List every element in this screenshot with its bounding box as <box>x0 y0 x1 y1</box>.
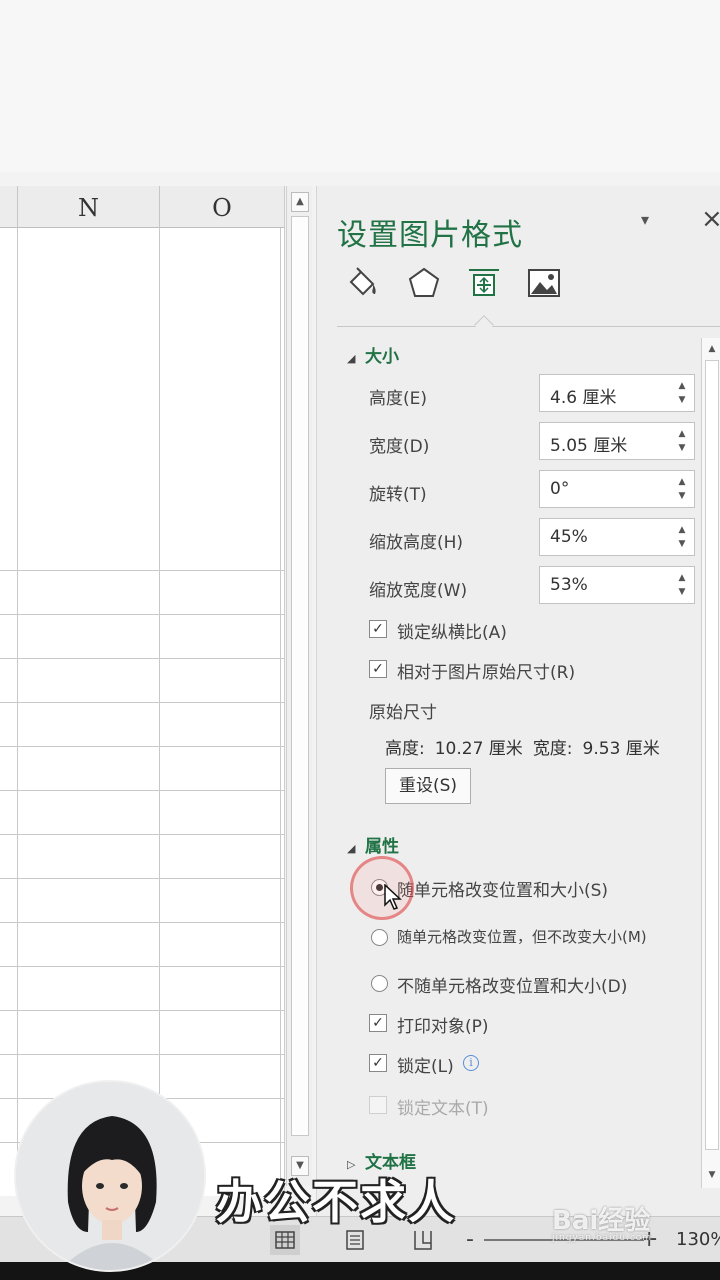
scale-width-value[interactable]: 53% <box>550 575 588 595</box>
grid-line <box>0 966 284 967</box>
collapse-triangle-icon: ◢ <box>347 842 356 855</box>
reset-button[interactable]: 重设(S) <box>385 768 471 804</box>
zoom-level[interactable]: 130% <box>676 1229 720 1250</box>
grid-line <box>0 922 284 923</box>
scale-height-input[interactable]: 45% ▲ ▼ <box>539 518 695 556</box>
column-header-n[interactable]: N <box>18 186 160 228</box>
spin-arrows-icon[interactable]: ▲ ▼ <box>676 571 688 599</box>
baidu-jingyan-watermark: Bai经验 jingyan.baidu.com <box>552 1200 652 1243</box>
grid-line <box>0 1010 284 1011</box>
radio-move-and-size-label: 随单元格改变位置和大小(S) <box>397 881 609 901</box>
grid-line <box>17 228 18 1196</box>
picture-icon[interactable] <box>525 264 563 302</box>
format-picture-pane: 设置图片格式 ▾ × ◢ 大小 高度(E) 4.6 厘米 ▲ ▼ 宽度(D) 5.0… <box>316 186 720 1216</box>
info-icon[interactable]: i <box>463 1055 479 1071</box>
spin-arrows-icon[interactable]: ▲ ▼ <box>676 475 688 503</box>
watermark-text: Bai经验 <box>552 1206 651 1236</box>
pane-vertical-scrollbar[interactable]: ▲ ▼ <box>701 338 720 1188</box>
grid-line <box>159 228 160 1196</box>
original-width-label: 宽度: <box>532 739 573 759</box>
lock-aspect-label: 锁定纵横比(A) <box>397 623 507 643</box>
paint-bucket-icon[interactable] <box>343 264 381 302</box>
scale-height-label: 缩放高度(H) <box>369 533 464 553</box>
grid-line <box>0 570 284 571</box>
height-input[interactable]: 4.6 厘米 ▲ ▼ <box>539 374 695 412</box>
checkmark-icon[interactable]: ✓ <box>369 1054 387 1072</box>
spin-arrows-icon[interactable]: ▲ ▼ <box>676 523 688 551</box>
height-value[interactable]: 4.6 厘米 <box>550 383 616 408</box>
radio-unselected-icon[interactable] <box>371 975 388 992</box>
height-label: 高度(E) <box>369 389 428 409</box>
scale-height-value[interactable]: 45% <box>550 527 588 547</box>
width-input[interactable]: 5.05 厘米 ▲ ▼ <box>539 422 695 460</box>
click-highlight <box>350 856 414 920</box>
section-size-title: 大小 <box>365 347 399 367</box>
grid-line <box>0 702 284 703</box>
sheet-vertical-scrollbar[interactable]: ▲ ▼ <box>286 186 312 1186</box>
active-tab-indicator <box>474 315 494 335</box>
scale-width-label: 缩放宽度(W) <box>369 581 468 601</box>
checkmark-icon[interactable]: ✓ <box>369 1014 387 1032</box>
checkmark-icon[interactable]: ✓ <box>369 660 387 678</box>
grid-line <box>0 790 284 791</box>
scroll-up-arrow-icon[interactable]: ▲ <box>291 192 309 212</box>
section-size-header[interactable]: ◢ 大小 <box>347 342 399 367</box>
scroll-up-arrow-icon[interactable]: ▲ <box>704 340 720 358</box>
scroll-thumb[interactable] <box>705 360 719 1150</box>
section-properties-header[interactable]: ◢ 属性 <box>347 832 399 857</box>
size-properties-icon[interactable] <box>465 264 503 302</box>
relative-original-label: 相对于图片原始尺寸(R) <box>397 663 576 683</box>
grid-line <box>0 746 284 747</box>
scroll-thumb[interactable] <box>291 216 309 1136</box>
rotation-label: 旋转(T) <box>369 485 427 505</box>
rotation-value[interactable]: 0° <box>550 479 569 499</box>
grid-line <box>280 228 281 1196</box>
presenter-avatar <box>14 1080 206 1272</box>
watermark-subtext: jingyan.baidu.com <box>552 1233 653 1243</box>
pane-options-dropdown-icon[interactable]: ▾ <box>641 210 649 229</box>
tab-divider <box>337 326 720 327</box>
video-caption: 办公不求人 <box>215 1174 456 1230</box>
radio-no-move-label: 不随单元格改变位置和大小(D) <box>397 977 628 997</box>
close-icon[interactable]: × <box>701 204 720 234</box>
spin-arrows-icon[interactable]: ▲ ▼ <box>676 427 688 455</box>
grid-line <box>0 1054 284 1055</box>
original-height-label: 高度: <box>385 739 425 759</box>
checkbox-disabled-icon <box>369 1096 387 1114</box>
zoom-out-icon[interactable]: - <box>466 1227 474 1252</box>
spin-arrows-icon[interactable]: ▲ ▼ <box>676 379 688 407</box>
column-header-o[interactable]: O <box>160 186 284 228</box>
spreadsheet-grid[interactable]: N O <box>0 186 285 1196</box>
radio-unselected-icon[interactable] <box>371 929 388 946</box>
top-blank-area <box>0 0 720 172</box>
mouse-cursor-icon <box>384 884 402 910</box>
original-size-label: 原始尺寸 <box>369 703 437 723</box>
grid-line <box>0 658 284 659</box>
original-height-value: 10.27 厘米 <box>434 739 523 759</box>
radio-move-only-label: 随单元格改变位置，但不改变大小(M) <box>397 928 647 946</box>
column-header-row: N O <box>0 186 284 228</box>
original-width-value: 9.53 厘米 <box>582 739 660 759</box>
column-header-m[interactable] <box>0 186 18 228</box>
collapse-triangle-icon: ◢ <box>347 352 356 365</box>
pane-content: ◢ 大小 高度(E) 4.6 厘米 ▲ ▼ 宽度(D) 5.05 厘米 ▲ ▼ 旋转(… <box>337 338 701 1218</box>
pane-title: 设置图片格式 <box>337 218 523 253</box>
checkmark-icon[interactable]: ✓ <box>369 620 387 638</box>
section-properties-title: 属性 <box>365 837 399 857</box>
scale-width-input[interactable]: 53% ▲ ▼ <box>539 566 695 604</box>
grid-line <box>0 614 284 615</box>
original-size-values: 高度: 10.27 厘米 宽度: 9.53 厘米 <box>385 734 670 759</box>
width-value[interactable]: 5.05 厘米 <box>550 431 627 456</box>
lock-text-label: 锁定文本(T) <box>397 1099 489 1119</box>
pentagon-icon[interactable] <box>405 264 443 302</box>
grid-line <box>0 834 284 835</box>
locked-label: 锁定(L) <box>397 1057 454 1077</box>
width-label: 宽度(D) <box>369 437 430 457</box>
rotation-input[interactable]: 0° ▲ ▼ <box>539 470 695 508</box>
print-object-label: 打印对象(P) <box>397 1017 489 1037</box>
grid-line <box>0 878 284 879</box>
scroll-down-arrow-icon[interactable]: ▼ <box>704 1166 720 1184</box>
presenter-illustration <box>16 1082 204 1270</box>
